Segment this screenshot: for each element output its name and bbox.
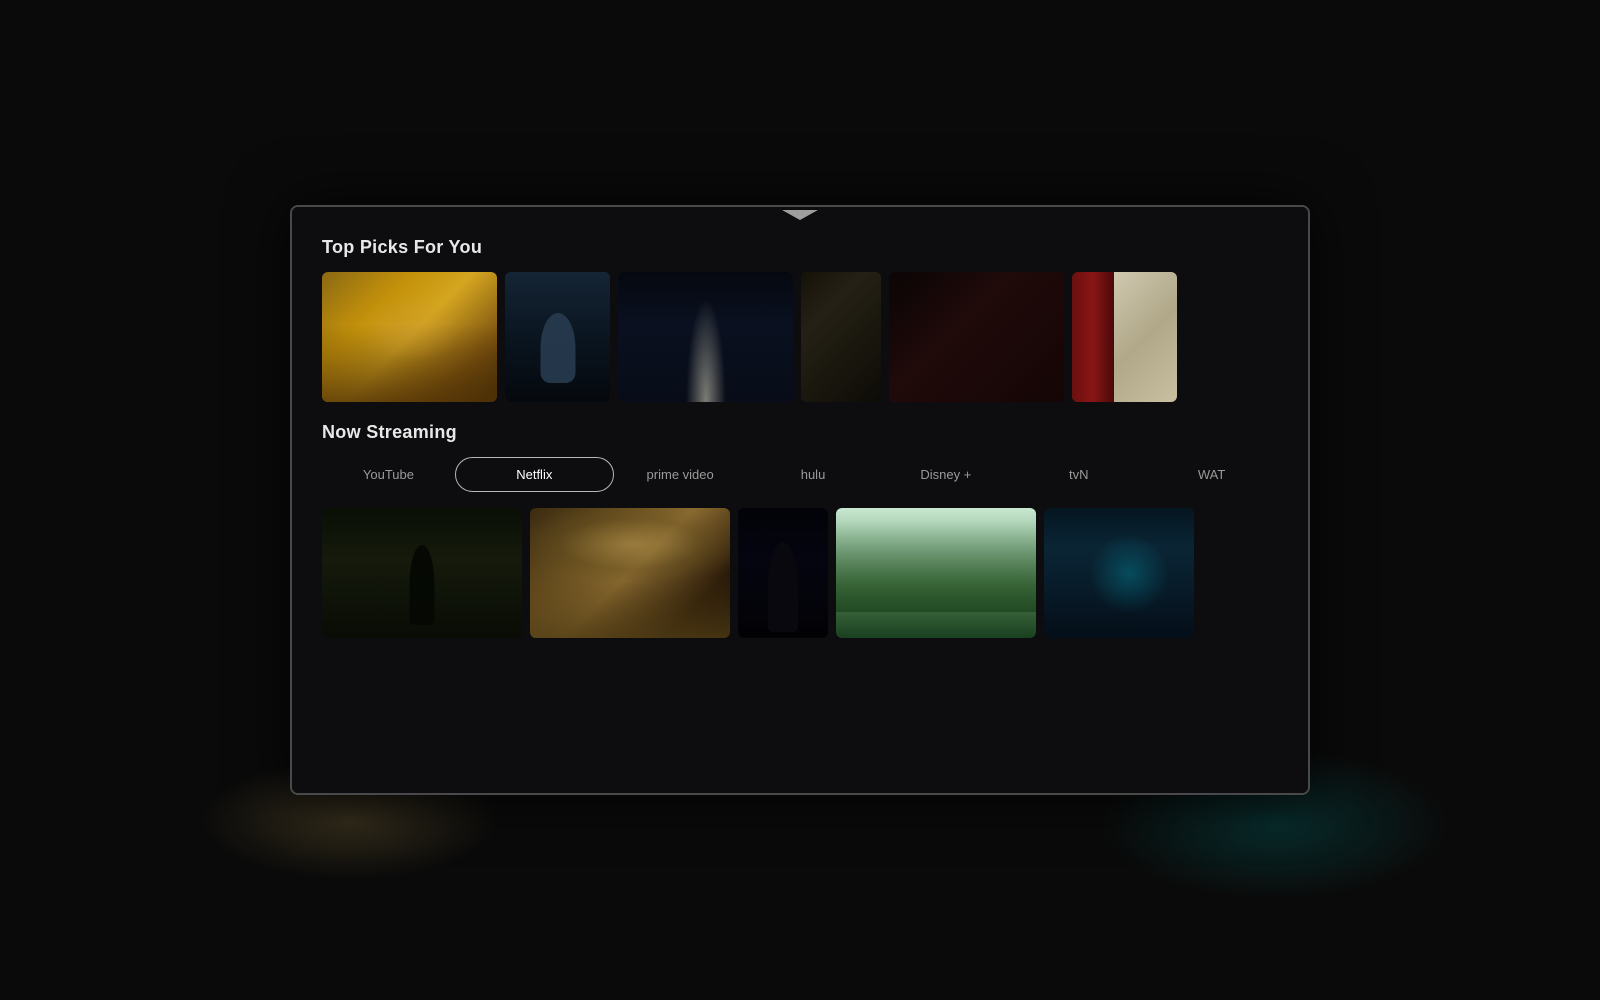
top-pick-6[interactable] (1072, 272, 1177, 402)
stream-thumb-2[interactable] (530, 508, 730, 638)
streaming-thumbnails (322, 508, 1278, 638)
tv-notch (770, 207, 830, 223)
stream-thumb-5[interactable] (1044, 508, 1194, 638)
top-pick-2[interactable] (505, 272, 610, 402)
stream-thumb-1[interactable] (322, 508, 522, 638)
chevron-down-icon (782, 210, 818, 220)
tv-screen: Top Picks For You (292, 207, 1308, 793)
top-picks-section: Top Picks For You (322, 237, 1278, 402)
now-streaming-title: Now Streaming (322, 422, 1278, 443)
now-streaming-section: Now Streaming YouTube Netflix prime vide… (322, 422, 1278, 638)
tv-frame: Top Picks For You (290, 205, 1310, 795)
top-pick-5[interactable] (889, 272, 1064, 402)
stream-thumb-4[interactable] (836, 508, 1036, 638)
service-tabs: YouTube Netflix prime video hulu Disney … (322, 457, 1278, 492)
top-pick-3[interactable] (618, 272, 793, 402)
tab-netflix[interactable]: Netflix (455, 457, 614, 492)
stream-thumb-3[interactable] (738, 508, 828, 638)
tab-youtube[interactable]: YouTube (322, 457, 455, 492)
top-picks-title: Top Picks For You (322, 237, 1278, 258)
top-pick-4[interactable] (801, 272, 881, 402)
tab-prime[interactable]: prime video (614, 457, 747, 492)
tab-hulu[interactable]: hulu (747, 457, 880, 492)
top-pick-1[interactable] (322, 272, 497, 402)
tab-disney[interactable]: Disney + (879, 457, 1012, 492)
tab-tvn[interactable]: tvN (1012, 457, 1145, 492)
top-picks-row (322, 272, 1278, 402)
tab-wat[interactable]: WAT (1145, 457, 1278, 492)
